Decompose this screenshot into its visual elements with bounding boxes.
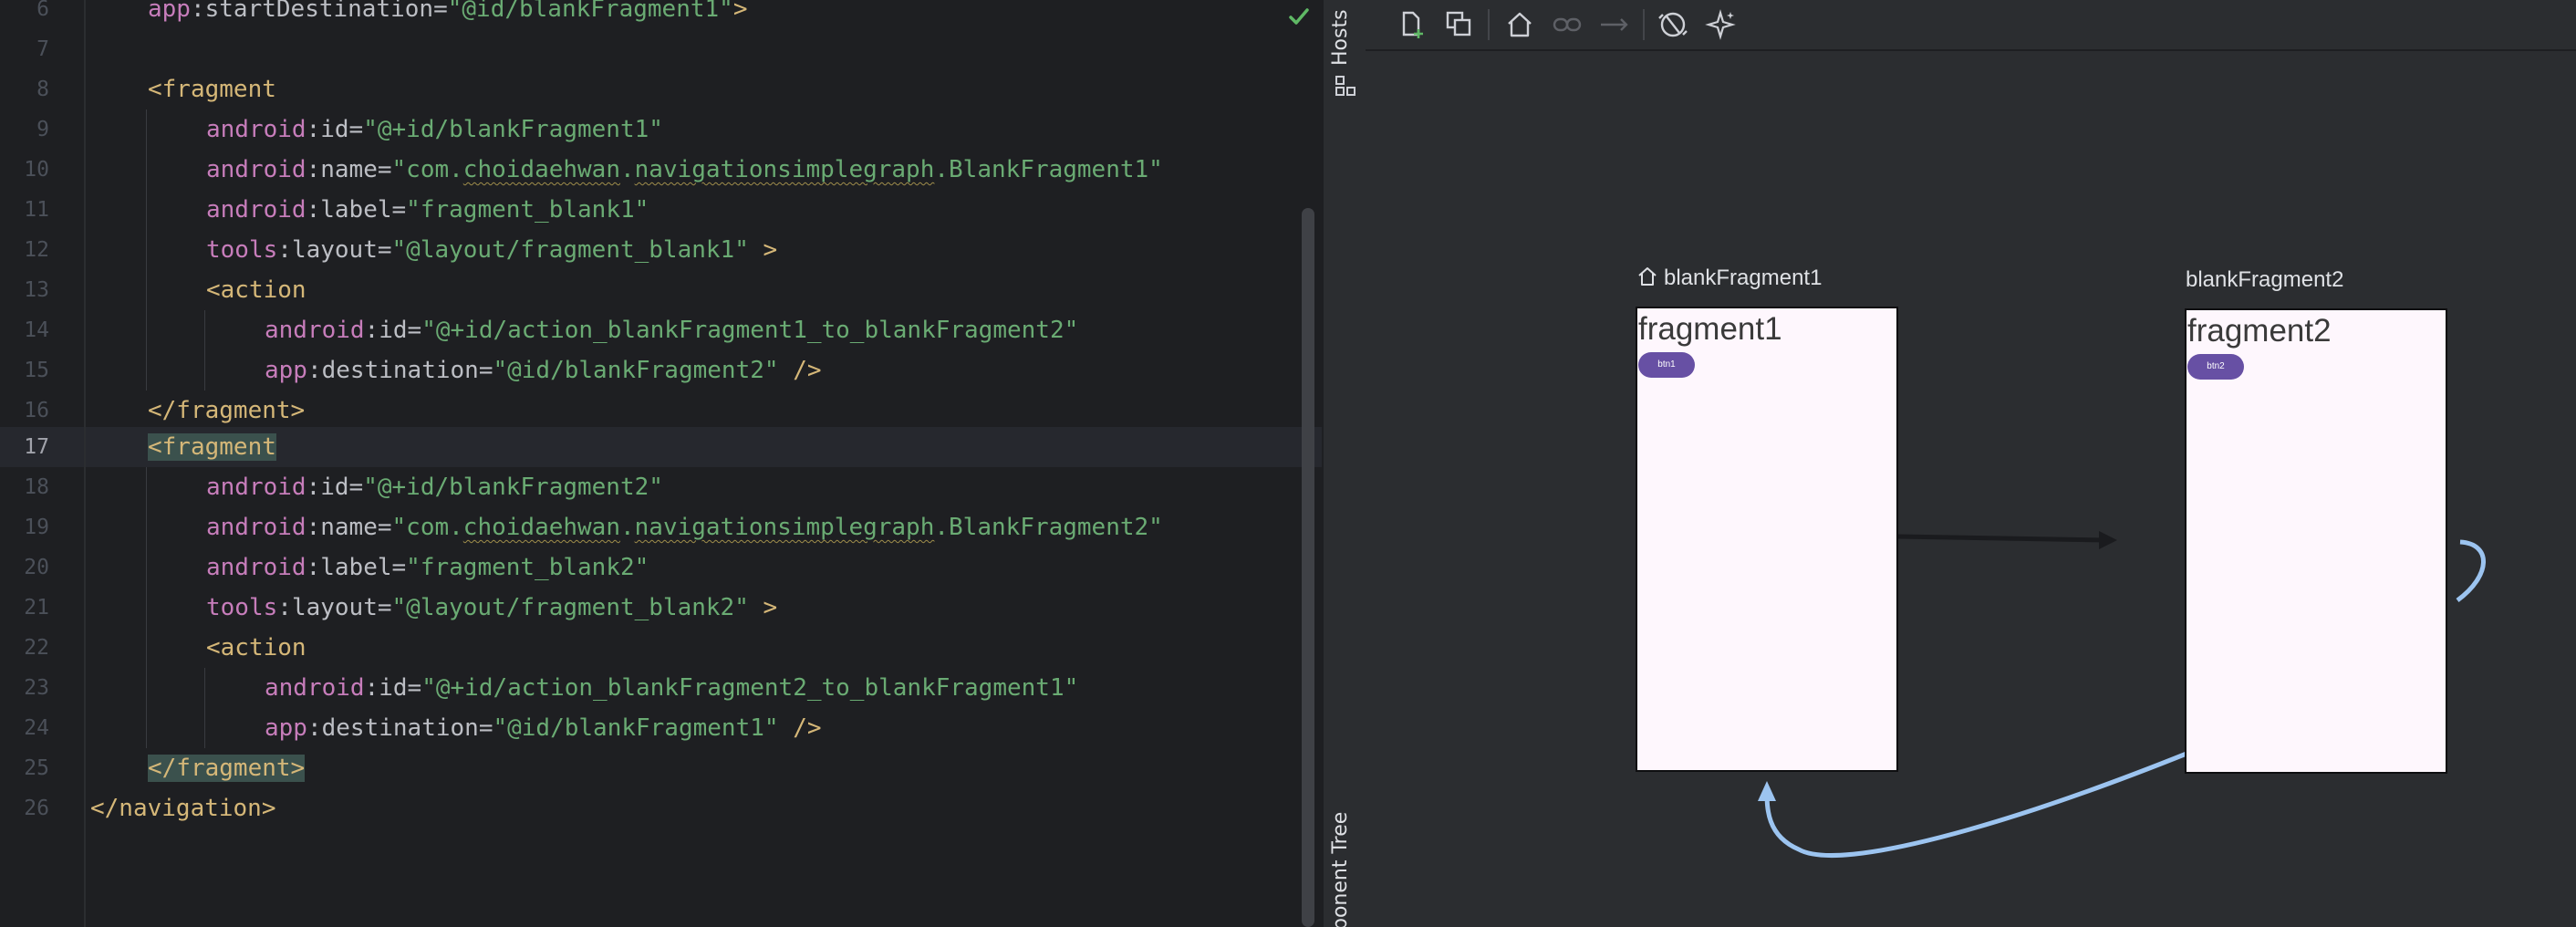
android-studio-window: 6 7 8 9 10 11 12 13 14 15 16 17 18 19 20… <box>0 0 2576 927</box>
code-line-22: <action <box>206 634 306 661</box>
code-line-13: <action <box>206 276 306 304</box>
code-line-18: android:id="@+id/blankFragment2" <box>206 474 663 501</box>
line-number: 9 <box>36 118 49 141</box>
code-line-16: </fragment> <box>148 397 306 424</box>
line-number: 15 <box>24 359 49 382</box>
side-tool-strip: Hosts ponent Tree <box>1322 0 1369 927</box>
fragment-title[interactable]: blankFragment1 <box>1664 266 1822 291</box>
indent-guide <box>204 310 205 391</box>
fragment-preview-button: btn1 <box>1638 352 1695 378</box>
hosts-icon[interactable] <box>1335 75 1356 99</box>
component-tree-tab[interactable]: ponent Tree <box>1329 812 1352 927</box>
line-number: 21 <box>24 596 49 620</box>
magic-assist-icon[interactable] <box>1703 7 1738 42</box>
line-number: 19 <box>24 516 49 539</box>
hosts-tab[interactable]: Hosts <box>1329 9 1352 66</box>
line-number: 24 <box>24 716 49 740</box>
line-number: 16 <box>24 399 49 422</box>
code-line-23: android:id="@+id/action_blankFragment2_t… <box>265 674 1079 702</box>
fragment-preview-text: fragment2 <box>2187 313 2332 349</box>
new-destination-icon[interactable] <box>1395 7 1429 42</box>
line-number: 26 <box>24 797 49 820</box>
code-line-10: android:name="com.choidaehwan.navigation… <box>206 156 1163 183</box>
line-number: 23 <box>24 676 49 700</box>
code-line-15: app:destination="@id/blankFragment2" /> <box>265 357 822 384</box>
code-line-11: android:label="fragment_blank1" <box>206 196 649 224</box>
code-line-14: android:id="@+id/action_blankFragment1_t… <box>265 317 1079 344</box>
indent-guide <box>204 668 205 748</box>
line-number: 13 <box>24 278 49 302</box>
line-number: 20 <box>24 556 49 579</box>
code-line-20: android:label="fragment_blank2" <box>206 554 649 581</box>
auto-arrange-icon[interactable] <box>1656 7 1690 42</box>
code-line-8: <fragment <box>148 76 276 103</box>
line-number: 18 <box>24 475 49 499</box>
fragment-preview-text: fragment1 <box>1638 311 1782 347</box>
toolbar-separator <box>1488 9 1490 40</box>
self-loop-arrow[interactable] <box>2456 539 2486 603</box>
fragment-title[interactable]: blankFragment2 <box>2186 267 2343 293</box>
fragment-preview-button: btn2 <box>2187 354 2244 380</box>
assign-start-destination-icon[interactable] <box>1502 7 1537 42</box>
code-line-17: <fragment <box>148 427 276 467</box>
line-number-current: 17 <box>24 435 49 459</box>
add-action-icon[interactable] <box>1597 7 1632 42</box>
navigation-graph-panel: blankFragment1 fragment1 btn1 blankFragm… <box>1366 0 2576 927</box>
matched-tag-highlight: </fragment> <box>148 755 306 782</box>
code-line-12: tools:layout="@layout/fragment_blank1" > <box>206 236 778 264</box>
line-number: 25 <box>24 756 49 780</box>
indent-guide <box>146 467 147 748</box>
start-destination-home-icon <box>1638 267 1657 286</box>
line-number: 6 <box>36 0 49 21</box>
matched-tag-highlight: <fragment <box>148 433 276 461</box>
code-line-21: tools:layout="@layout/fragment_blank2" > <box>206 594 778 621</box>
line-number: 11 <box>24 198 49 222</box>
graph-toolbar <box>1366 0 2576 51</box>
action-arrow-2-to-1-head <box>1758 781 1776 801</box>
fragment-preview[interactable]: fragment1 btn1 <box>1636 307 1898 772</box>
line-number-gutter: 6 7 8 9 10 11 12 13 14 15 16 17 18 19 20… <box>0 0 86 927</box>
code-line-26: </navigation> <box>90 795 276 822</box>
line-number: 14 <box>24 318 49 342</box>
line-number: 7 <box>36 37 49 61</box>
code-line-6: app:startDestination="@id/blankFragment1… <box>148 0 748 23</box>
code-line-24: app:destination="@id/blankFragment1" /> <box>265 714 822 742</box>
line-number: 8 <box>36 78 49 101</box>
action-arrow-1-to-2[interactable] <box>1897 534 2107 543</box>
action-arrow-1-to-2-head <box>2099 531 2117 549</box>
code-line-19: android:name="com.choidaehwan.navigation… <box>206 514 1163 541</box>
indent-guide <box>146 109 147 391</box>
line-number: 12 <box>24 238 49 262</box>
line-number: 10 <box>24 158 49 182</box>
editor-scrollbar[interactable] <box>1302 208 1314 927</box>
toolbar-separator <box>1643 9 1645 40</box>
code-editor[interactable]: 6 7 8 9 10 11 12 13 14 15 16 17 18 19 20… <box>0 0 1322 927</box>
graph-canvas[interactable]: blankFragment1 fragment1 btn1 blankFragm… <box>1366 51 2576 927</box>
deep-link-icon[interactable] <box>1550 7 1584 42</box>
code-line-9: android:id="@+id/blankFragment1" <box>206 116 663 143</box>
line-number: 22 <box>24 636 49 660</box>
code-line-25: </fragment> <box>148 748 306 788</box>
fragment-preview[interactable]: fragment2 btn2 <box>2185 308 2447 774</box>
new-nested-graph-icon[interactable] <box>1442 7 1477 42</box>
no-problems-check-icon[interactable] <box>1287 5 1311 28</box>
